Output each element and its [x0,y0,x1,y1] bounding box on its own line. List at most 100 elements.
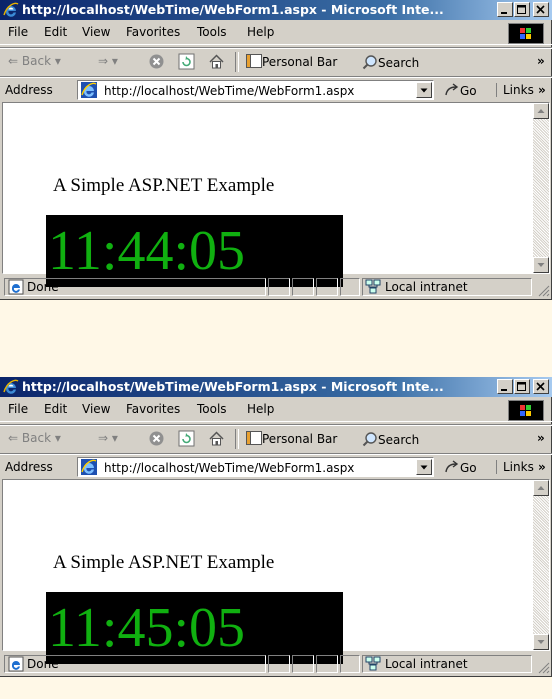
go-button[interactable]: Go [444,83,477,98]
address-bar: Address http://localhost/WebTime/WebForm… [0,76,552,103]
forward-arrow-icon: ⇒ ▾ [98,431,118,445]
stop-icon[interactable] [148,430,165,447]
windows-logo-icon [508,23,544,44]
links-overflow-icon: » [533,83,546,97]
links-button[interactable]: Links » [496,83,546,97]
search-label: Search [378,56,420,70]
personal-bar-button[interactable]: Personal Bar [246,431,337,446]
address-label: Address [5,83,53,97]
window-title: http://localhost/WebTime/WebForm1.aspx -… [22,2,444,17]
menu-tools[interactable]: Tools [197,402,227,416]
zone-text: Local intranet [385,657,468,671]
status-pane [340,655,360,673]
status-pane [316,655,338,673]
stop-icon[interactable] [148,53,165,70]
browser-window: http://localhost/WebTime/WebForm1.aspx -… [0,0,552,300]
vertical-scrollbar[interactable] [533,480,549,650]
menu-favorites[interactable]: Favorites [126,25,180,39]
menu-file[interactable]: File [8,402,28,416]
menu-edit[interactable]: Edit [44,402,67,416]
minimize-button[interactable] [497,2,513,17]
status-pane [316,278,338,296]
search-button[interactable]: Search [362,54,419,70]
back-button[interactable]: ⇐ Back ▾ [8,431,61,445]
scroll-down-button[interactable] [533,634,549,650]
minimize-button[interactable] [497,379,513,394]
address-dropdown-button[interactable] [416,82,432,98]
local-intranet-icon [365,656,381,671]
menu-help[interactable]: Help [247,25,274,39]
back-label: Back [21,54,52,68]
minimize-icon [501,12,507,14]
go-label: Go [460,461,477,475]
maximize-icon [517,382,526,391]
maximize-button[interactable] [514,379,530,394]
menu-edit[interactable]: Edit [44,25,67,39]
status-main: Done [4,655,266,673]
back-button[interactable]: ⇐ Back ▾ [8,54,61,68]
menu-view[interactable]: View [82,402,110,416]
address-bar: Address http://localhost/WebTime/WebForm… [0,453,552,480]
menu-file[interactable]: File [8,25,28,39]
toolbar: ⇐ Back ▾ ⇒ ▾ Personal Bar Search » [0,47,552,77]
personal-bar-button[interactable]: Personal Bar [246,54,337,69]
status-pane [292,278,314,296]
refresh-icon[interactable] [178,53,195,70]
maximize-button[interactable] [514,2,530,17]
forward-button[interactable]: ⇒ ▾ [98,431,118,445]
home-icon[interactable] [208,430,225,447]
address-dropdown-button[interactable] [416,459,432,475]
search-button[interactable]: Search [362,431,419,447]
menu-bar: File Edit View Favorites Tools Help [0,22,552,45]
window-title: http://localhost/WebTime/WebForm1.aspx -… [22,379,444,394]
links-button[interactable]: Links » [496,460,546,474]
toolbar-overflow-icon[interactable]: » [537,431,545,445]
search-icon [362,432,377,447]
links-overflow-icon: » [533,460,546,474]
toolbar-overflow-icon[interactable]: » [537,54,545,68]
personal-bar-label: Personal Bar [262,55,338,69]
back-dropdown-icon: ▾ [54,431,61,445]
title-bar[interactable]: http://localhost/WebTime/WebForm1.aspx -… [0,0,552,20]
ie-icon [3,2,19,17]
home-icon[interactable] [208,53,225,70]
close-button[interactable] [533,379,549,394]
page-ie-icon [81,459,97,475]
title-bar[interactable]: http://localhost/WebTime/WebForm1.aspx -… [0,377,552,397]
status-pane [268,278,290,296]
menu-tools[interactable]: Tools [197,25,227,39]
address-input[interactable]: http://localhost/WebTime/WebForm1.aspx [77,457,434,477]
personal-bar-icon [246,54,262,68]
menu-favorites[interactable]: Favorites [126,402,180,416]
refresh-icon[interactable] [178,430,195,447]
go-button[interactable]: Go [444,460,477,475]
status-pane [292,655,314,673]
status-pane [340,278,360,296]
toolbar: ⇐ Back ▾ ⇒ ▾ Personal Bar Search » [0,424,552,454]
minimize-icon [501,389,507,391]
arrow-up-icon [537,109,545,113]
scroll-down-button[interactable] [533,257,549,273]
close-button[interactable] [533,2,549,17]
resize-grip-icon[interactable] [536,660,550,674]
links-label: Links [503,83,534,97]
windows-logo-icon [508,400,544,421]
go-arrow-icon [445,460,459,473]
toolbar-separator [235,429,239,449]
scroll-up-button[interactable] [533,480,549,496]
arrow-down-icon [537,640,545,644]
resize-grip-icon[interactable] [536,283,550,297]
go-arrow-icon [445,83,459,96]
menu-view[interactable]: View [82,25,110,39]
menu-help[interactable]: Help [247,402,274,416]
scroll-up-button[interactable] [533,103,549,119]
personal-bar-label: Personal Bar [262,432,338,446]
address-input[interactable]: http://localhost/WebTime/WebForm1.aspx [77,80,434,100]
vertical-scrollbar[interactable] [533,103,549,273]
page-content: A Simple ASP.NET Example 11:44:05 [2,102,550,287]
address-url: http://localhost/WebTime/WebForm1.aspx [104,84,355,98]
address-url: http://localhost/WebTime/WebForm1.aspx [104,461,355,475]
forward-button[interactable]: ⇒ ▾ [98,54,118,68]
status-bar: Done Local intranet [0,652,552,676]
address-label: Address [5,460,53,474]
